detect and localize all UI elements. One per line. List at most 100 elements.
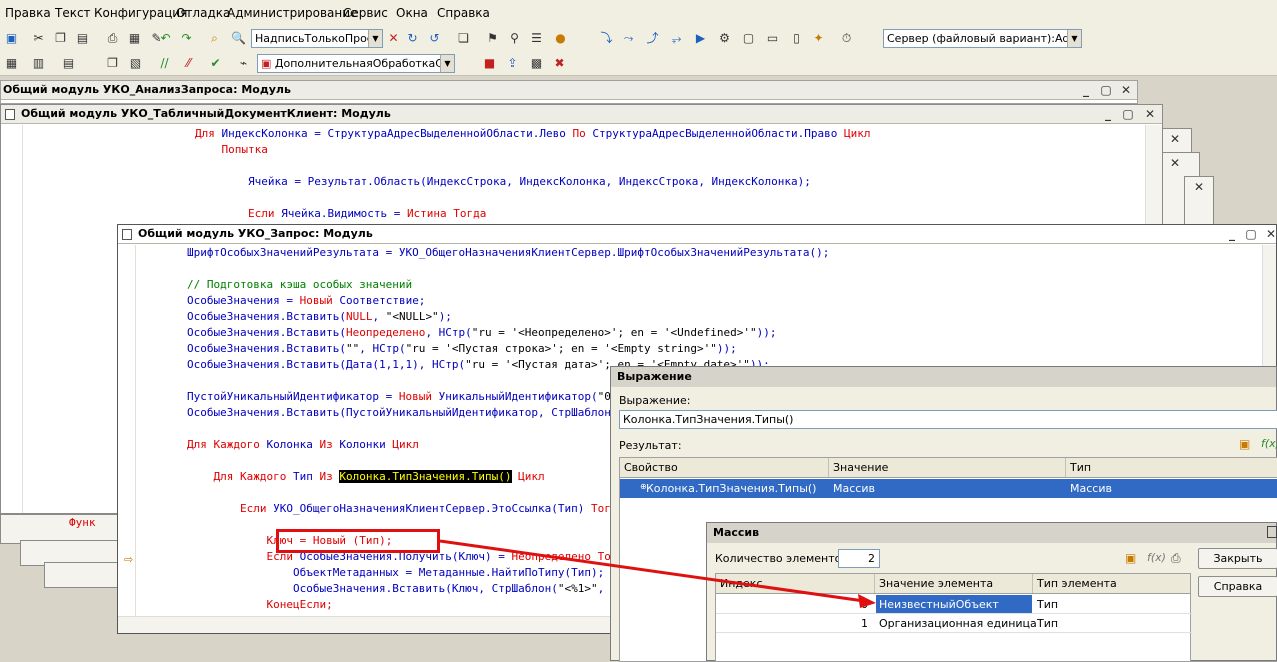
save-icon[interactable]: ▣ bbox=[3, 30, 20, 47]
print-icon[interactable]: ⎙ bbox=[1171, 551, 1181, 566]
wand-icon[interactable]: ⌁ bbox=[235, 55, 252, 72]
find-prev-icon[interactable]: ↺ bbox=[426, 30, 443, 47]
array-grid[interactable]: Индекс Значение элемента Тип элемента 0 … bbox=[715, 573, 1192, 662]
breakpoint-icon[interactable]: ⚲ bbox=[506, 30, 523, 47]
row-property: Колонка.ТипЗначения.Типы() bbox=[646, 482, 817, 495]
clear-search-icon[interactable]: ✕ bbox=[385, 30, 402, 47]
uncomment-icon[interactable]: ⁄⁄ bbox=[180, 55, 197, 72]
column-header-property[interactable]: Свойство bbox=[624, 461, 678, 474]
chevron-down-icon[interactable]: ▼ bbox=[368, 30, 382, 47]
step-out-icon[interactable]: ⤴ bbox=[644, 30, 661, 47]
table-row[interactable]: ⊕ Колонка.ТипЗначения.Типы() Массив Масс… bbox=[620, 479, 1277, 498]
preview-icon[interactable]: ▦ bbox=[126, 30, 143, 47]
maximize-icon[interactable]: ▢ bbox=[1120, 106, 1136, 122]
copy-icon[interactable]: ❐ bbox=[52, 30, 69, 47]
column-header-value[interactable]: Значение bbox=[833, 461, 888, 474]
comment-icon[interactable]: // bbox=[156, 55, 173, 72]
minimize-icon[interactable]: _ bbox=[1100, 106, 1116, 122]
chevron-down-icon[interactable]: ▼ bbox=[440, 55, 454, 72]
menu-windows[interactable]: Окна bbox=[396, 6, 428, 20]
module-icon[interactable]: ▤ bbox=[60, 55, 77, 72]
step-into-icon[interactable]: ⤵ bbox=[598, 30, 615, 47]
column-header-element-value[interactable]: Значение элемента bbox=[879, 577, 993, 590]
server-combo[interactable]: Сервер (файловый вариант):Admin I ▼ bbox=[883, 29, 1082, 48]
minimize-icon[interactable]: _ bbox=[1078, 82, 1094, 98]
open-icon[interactable]: ⌕ bbox=[206, 30, 223, 47]
print-icon[interactable]: ⎙ bbox=[104, 30, 121, 47]
close-icon[interactable]: ✕ bbox=[1118, 82, 1134, 98]
export-icon[interactable]: ⇪ bbox=[504, 55, 521, 72]
close-button[interactable]: Закрыть bbox=[1198, 548, 1277, 569]
stop-icon[interactable]: ■ bbox=[481, 55, 498, 72]
array-dialog[interactable]: Массив Количество элементов: ▣ f(x) ⎙ Ин… bbox=[706, 522, 1277, 662]
doc-icon[interactable]: ▢ bbox=[740, 30, 757, 47]
column-header-type[interactable]: Тип bbox=[1070, 461, 1091, 474]
step-over-icon[interactable]: ⤳ bbox=[620, 30, 637, 47]
table-row[interactable]: 1 Организационная единица Тип bbox=[716, 614, 1192, 633]
info-icon[interactable]: ● bbox=[552, 30, 569, 47]
continue-icon[interactable]: ▶ bbox=[692, 30, 709, 47]
form-icon[interactable]: ▭ bbox=[764, 30, 781, 47]
close-icon[interactable]: ✕ bbox=[1142, 106, 1158, 122]
clock-icon[interactable]: ⏱ bbox=[838, 30, 855, 47]
column-header-index[interactable]: Индекс bbox=[720, 577, 763, 590]
function-icon[interactable]: f(x) bbox=[1147, 551, 1166, 564]
search-combo[interactable]: НадписьТолькоПросм ▼ bbox=[251, 29, 383, 48]
table-icon[interactable]: ▥ bbox=[30, 55, 47, 72]
menu-help[interactable]: Справка bbox=[437, 6, 490, 20]
run-to-cursor-icon[interactable]: ⥅ bbox=[668, 30, 685, 47]
module-window-analysis[interactable]: Общий модуль УКО_АнализЗапроса: Модуль _… bbox=[0, 80, 1138, 104]
puzzle-icon[interactable]: ✦ bbox=[810, 30, 827, 47]
server-combo-value: Сервер (файловый вариант):Admin I bbox=[887, 32, 1082, 45]
row-element-value[interactable]: НеизвестныйОбъект bbox=[876, 595, 1032, 613]
maximize-icon[interactable] bbox=[1267, 526, 1277, 538]
menu-edit[interactable]: Правка bbox=[5, 6, 51, 20]
windows-icon[interactable]: ❏ bbox=[455, 30, 472, 47]
help-button[interactable]: Справка bbox=[1198, 576, 1277, 597]
function-label: Функ bbox=[69, 516, 96, 529]
query-icon[interactable]: ▧ bbox=[127, 55, 144, 72]
list-icon[interactable]: ☰ bbox=[528, 30, 545, 47]
delete-icon[interactable]: ✖ bbox=[551, 55, 568, 72]
menu-configuration[interactable]: Конфигурация bbox=[94, 6, 187, 20]
image-icon[interactable]: ▩ bbox=[528, 55, 545, 72]
close-icon[interactable]: ✕ bbox=[1191, 179, 1207, 195]
expression-input[interactable] bbox=[619, 410, 1277, 429]
undo-icon[interactable]: ↶ bbox=[157, 30, 174, 47]
search-icon[interactable]: 🔍 bbox=[230, 30, 247, 47]
check-icon[interactable]: ✔ bbox=[207, 55, 224, 72]
maximize-icon[interactable]: ▢ bbox=[1243, 226, 1259, 242]
highlighted-expression[interactable]: Колонка.ТипЗначения.Типы() bbox=[339, 470, 512, 483]
code-area[interactable]: Для ИндексКолонка = СтруктураАдресВыделе… bbox=[195, 126, 871, 222]
menu-debug[interactable]: Отладка bbox=[176, 6, 230, 20]
settings-icon[interactable]: ⚙ bbox=[716, 30, 733, 47]
add-watch-icon[interactable]: ▣ bbox=[1125, 551, 1136, 565]
chevron-down-icon[interactable]: ▼ bbox=[1067, 30, 1081, 47]
window-icon[interactable]: ▯ bbox=[788, 30, 805, 47]
template-icon[interactable]: ❐ bbox=[104, 55, 121, 72]
find-next-icon[interactable]: ↻ bbox=[404, 30, 421, 47]
count-field[interactable] bbox=[838, 549, 880, 568]
paste-icon[interactable]: ▤ bbox=[74, 30, 91, 47]
menu-service[interactable]: Сервис bbox=[343, 6, 388, 20]
redo-icon[interactable]: ↷ bbox=[178, 30, 195, 47]
debug-icon[interactable]: ⚑ bbox=[484, 30, 501, 47]
menu-text[interactable]: Текст bbox=[55, 6, 91, 20]
column-header-element-type[interactable]: Тип элемента bbox=[1037, 577, 1117, 590]
close-icon[interactable]: ✕ bbox=[1167, 155, 1183, 171]
code-line: ОсобыеЗначения.Вставить(Неопределено, НС… bbox=[187, 326, 777, 339]
table-row[interactable]: 0 НеизвестныйОбъект Тип bbox=[716, 595, 1192, 614]
close-icon[interactable]: ✕ bbox=[1167, 131, 1183, 147]
cut-icon[interactable]: ✂ bbox=[30, 30, 47, 47]
calc-icon[interactable]: ▦ bbox=[3, 55, 20, 72]
add-watch-icon[interactable]: ▣ bbox=[1239, 437, 1250, 451]
menu-administration[interactable]: Администрирование bbox=[227, 6, 357, 20]
close-icon[interactable]: ✕ bbox=[1263, 226, 1276, 242]
function-icon[interactable]: f(x) bbox=[1261, 437, 1277, 450]
minor-window-3[interactable] bbox=[44, 562, 120, 588]
minimize-icon[interactable]: _ bbox=[1224, 226, 1240, 242]
processing-combo[interactable]: ▣ ДополнительнаяОбработкаСтр ▼ bbox=[257, 54, 455, 73]
maximize-icon[interactable]: ▢ bbox=[1098, 82, 1114, 98]
module-icon bbox=[122, 229, 132, 240]
